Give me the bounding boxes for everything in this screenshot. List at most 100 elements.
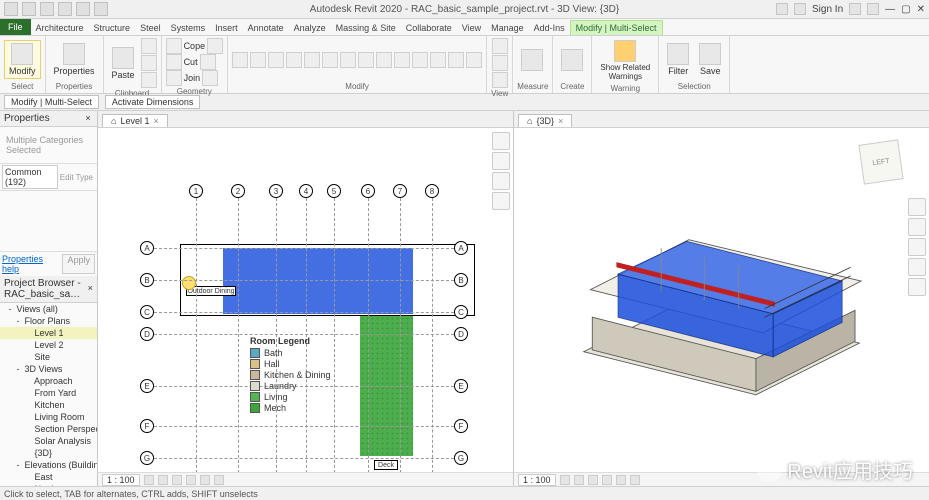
- copy-clipboard-icon[interactable]: [141, 55, 157, 71]
- tab-file[interactable]: File: [0, 19, 31, 35]
- browser-close-icon[interactable]: ×: [88, 284, 93, 294]
- grid-bubble-row[interactable]: G: [140, 451, 154, 465]
- copy-icon[interactable]: [304, 52, 320, 68]
- browser-node[interactable]: Site: [0, 351, 97, 363]
- grid-bubble-row[interactable]: C: [140, 305, 154, 319]
- create-button[interactable]: [557, 47, 587, 73]
- unpin-icon[interactable]: [430, 52, 446, 68]
- visual-style-3d-icon[interactable]: [574, 475, 584, 485]
- project-browser-title[interactable]: Project Browser - RAC_basic_sa… ×: [0, 276, 97, 303]
- view-sm3-icon[interactable]: [492, 72, 508, 88]
- crop-icon[interactable]: [200, 475, 210, 485]
- info-center-icon[interactable]: [776, 3, 788, 15]
- cope-icon[interactable]: [166, 38, 182, 54]
- split-icon[interactable]: [358, 52, 374, 68]
- cut-clipboard-icon[interactable]: [141, 38, 157, 54]
- properties-help-link[interactable]: Properties help: [2, 254, 62, 274]
- nav3d-pan-icon[interactable]: [908, 238, 926, 256]
- plan-scale[interactable]: 1 : 100: [102, 474, 140, 486]
- tab-architecture[interactable]: Architecture: [31, 21, 89, 35]
- nav3d-home-icon[interactable]: [908, 198, 926, 216]
- join-opt-icon[interactable]: [202, 70, 218, 86]
- grid-bubble-row[interactable]: F: [140, 419, 154, 433]
- browser-node[interactable]: Section Perspective: [0, 423, 97, 435]
- plan-tab-close-icon[interactable]: ×: [153, 116, 158, 126]
- show-warnings-button[interactable]: Show Related Warnings: [596, 38, 654, 83]
- browser-node[interactable]: Approach: [0, 375, 97, 387]
- grid-bubble-row[interactable]: E: [140, 379, 154, 393]
- plan-view-tab[interactable]: ⌂ Level 1 ×: [102, 114, 168, 127]
- grid-bubble-row[interactable]: B: [454, 273, 468, 287]
- offset-icon[interactable]: [250, 52, 266, 68]
- nav3d-zoom-icon[interactable]: [908, 258, 926, 276]
- grid-bubble-col[interactable]: 8: [425, 184, 439, 198]
- qat-redo-icon[interactable]: [76, 2, 90, 16]
- array-icon[interactable]: [376, 52, 392, 68]
- detail-level-3d-icon[interactable]: [560, 475, 570, 485]
- sun-icon[interactable]: [182, 276, 196, 290]
- render-icon[interactable]: [616, 475, 626, 485]
- scale-icon[interactable]: [394, 52, 410, 68]
- threed-scale[interactable]: 1 : 100: [518, 474, 556, 486]
- modify-tool-button[interactable]: Modify: [4, 40, 41, 79]
- grid-bubble-row[interactable]: A: [140, 241, 154, 255]
- crop-3d-icon[interactable]: [630, 475, 640, 485]
- tab-analyze[interactable]: Analyze: [289, 21, 331, 35]
- delete-icon[interactable]: [448, 52, 464, 68]
- browser-node[interactable]: - Elevations (Building Elevat: [0, 459, 97, 471]
- tab-modify-multiselect[interactable]: Modify | Multi-Select: [570, 20, 663, 35]
- browser-node[interactable]: - 3D Views: [0, 363, 97, 375]
- nav3d-wheel-icon[interactable]: [908, 218, 926, 236]
- project-browser[interactable]: - Views (all)- Floor Plans Level 1 Level…: [0, 303, 97, 486]
- properties-close-icon[interactable]: ×: [83, 114, 93, 124]
- cut-geom-icon[interactable]: [166, 54, 182, 70]
- apps-icon[interactable]: [849, 3, 861, 15]
- properties-button[interactable]: Properties: [50, 41, 99, 78]
- grid-bubble-col[interactable]: 7: [393, 184, 407, 198]
- measure-button[interactable]: [517, 47, 547, 73]
- browser-node[interactable]: Living Room: [0, 411, 97, 423]
- browser-node[interactable]: - Floor Plans: [0, 315, 97, 327]
- grid-bubble-row[interactable]: G: [454, 451, 468, 465]
- browser-node[interactable]: Solar Analysis: [0, 435, 97, 447]
- rotate-icon[interactable]: [322, 52, 338, 68]
- edit-type-button[interactable]: Edit Type: [58, 173, 95, 182]
- matchtype-icon[interactable]: [141, 72, 157, 88]
- grid-bubble-row[interactable]: B: [140, 273, 154, 287]
- filter-button[interactable]: Filter: [663, 41, 693, 78]
- save-selection-button[interactable]: Save: [695, 41, 725, 78]
- type-selector[interactable]: Common (192): [2, 165, 58, 189]
- threed-view-tab[interactable]: ⌂ {3D} ×: [518, 114, 572, 127]
- tab-view[interactable]: View: [457, 21, 486, 35]
- grid-bubble-col[interactable]: 3: [269, 184, 283, 198]
- grid-bubble-row[interactable]: A: [454, 241, 468, 255]
- grid-bubble-row[interactable]: D: [140, 327, 154, 341]
- qat-open-icon[interactable]: [22, 2, 36, 16]
- viewcube-face[interactable]: LEFT: [858, 139, 903, 184]
- qat-undo-icon[interactable]: [58, 2, 72, 16]
- close-button[interactable]: ✕: [917, 4, 925, 15]
- minimize-button[interactable]: —: [885, 4, 895, 15]
- grid-bubble-col[interactable]: 1: [189, 184, 203, 198]
- sign-in-link[interactable]: Sign In: [812, 4, 843, 15]
- cope-opt-icon[interactable]: [207, 38, 223, 54]
- browser-node[interactable]: East: [0, 471, 97, 483]
- mirror-icon[interactable]: [268, 52, 284, 68]
- tab-collaborate[interactable]: Collaborate: [401, 21, 457, 35]
- grid-bubble-row[interactable]: C: [454, 305, 468, 319]
- browser-node[interactable]: Kitchen: [0, 399, 97, 411]
- viewcube[interactable]: LEFT: [853, 134, 911, 192]
- grid-bubble-col[interactable]: 4: [299, 184, 313, 198]
- sunpath-3d-icon[interactable]: [588, 475, 598, 485]
- grid-bubble-col[interactable]: 5: [327, 184, 341, 198]
- trim-icon[interactable]: [340, 52, 356, 68]
- paste-button[interactable]: Paste: [108, 45, 139, 82]
- threed-canvas[interactable]: LEFT: [514, 128, 929, 472]
- plan-canvas[interactable]: Outdoor Dining Deck 12345678 AABBCCDDEEF…: [98, 128, 513, 472]
- qat-print-icon[interactable]: [94, 2, 108, 16]
- tab-structure[interactable]: Structure: [89, 21, 136, 35]
- tab-annotate[interactable]: Annotate: [243, 21, 289, 35]
- nav-zoom-icon[interactable]: [492, 192, 510, 210]
- nav-wheel-icon[interactable]: [492, 152, 510, 170]
- activate-dimensions-button[interactable]: Activate Dimensions: [105, 95, 201, 109]
